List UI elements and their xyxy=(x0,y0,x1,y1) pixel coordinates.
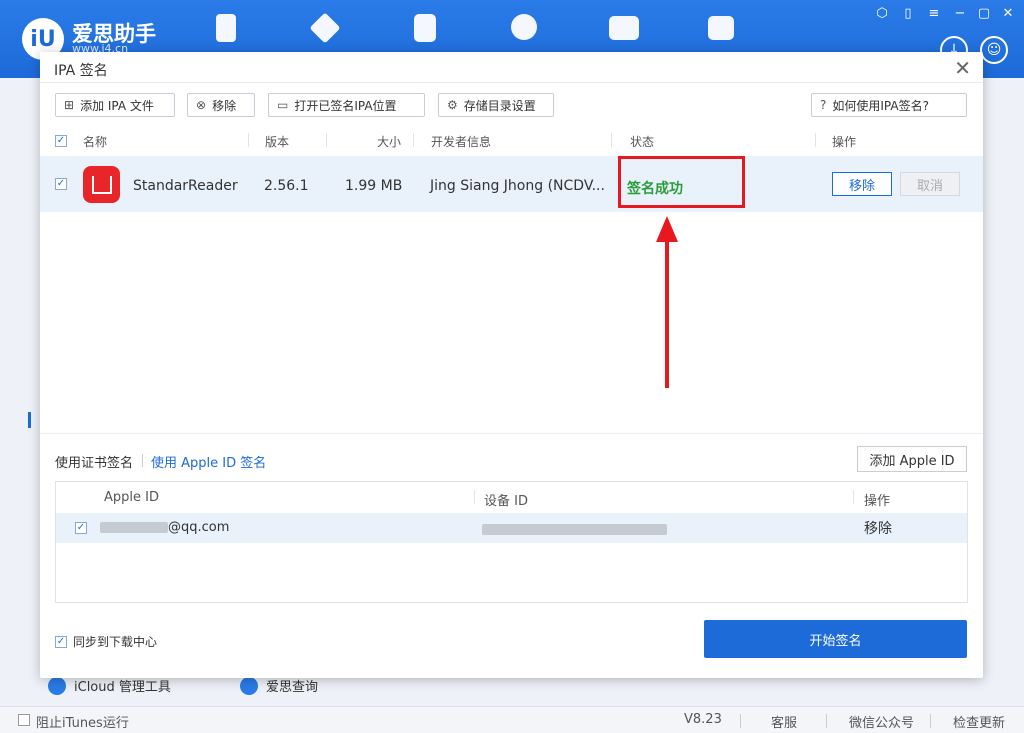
minimize-icon[interactable]: − xyxy=(952,6,968,21)
nav-toolbox-icon[interactable] xyxy=(609,16,639,40)
row-checkbox[interactable]: ✓ xyxy=(55,178,67,190)
skin-icon[interactable]: ⬡ xyxy=(874,6,890,21)
col-developer: 开发者信息 xyxy=(431,135,492,149)
app-reader-icon xyxy=(83,166,120,203)
add-file-icon: ⊞ xyxy=(64,98,75,112)
open-signed-folder-button[interactable]: ▭ 打开已签名IPA位置 xyxy=(268,93,425,117)
annotation-arrow xyxy=(665,232,669,388)
folder-icon: ▭ xyxy=(277,98,289,112)
sync-download-checkbox[interactable]: ✓ xyxy=(55,635,67,648)
appleid-table: Apple ID 设备 ID 操作 ✓ @qq.com 移除 xyxy=(55,481,968,603)
help-button[interactable]: ? 如何使用IPA签名? xyxy=(811,93,967,117)
col-device-id: 设备 ID xyxy=(484,494,528,509)
sync-download-option[interactable]: ✓ 同步到下载中心 xyxy=(55,633,157,650)
window-close-icon[interactable]: ✕ xyxy=(1000,6,1016,21)
col-appleid: Apple ID xyxy=(104,490,159,505)
remove-circle-icon: ⊗ xyxy=(196,98,207,112)
icloud-icon xyxy=(48,676,66,695)
appleid-row-checkbox[interactable]: ✓ xyxy=(75,522,87,534)
app-name: StandarReader xyxy=(133,178,238,194)
remove-button[interactable]: ⊗ 移除 xyxy=(187,93,255,117)
col-name: 名称 xyxy=(83,135,108,149)
nav-apps-icon[interactable] xyxy=(309,12,341,44)
maximize-icon[interactable]: ▢ xyxy=(976,6,992,21)
col-status: 状态 xyxy=(630,135,655,149)
app-size: 1.99 MB xyxy=(345,178,403,194)
version-label: V8.23 xyxy=(684,712,722,727)
nav-flash-icon[interactable] xyxy=(511,14,537,40)
block-itunes-checkbox[interactable] xyxy=(18,714,30,726)
col-appleid-action: 操作 xyxy=(864,494,891,509)
nav-store-icon[interactable] xyxy=(708,16,734,40)
add-appleid-button[interactable]: 添加 Apple ID xyxy=(857,446,967,472)
sidebar-active-marker xyxy=(28,412,31,428)
app-version: 2.56.1 xyxy=(264,178,309,194)
support-link[interactable]: 客服 xyxy=(771,712,797,731)
tab-cert-sign[interactable]: 使用证书签名 xyxy=(55,452,133,471)
add-ipa-button[interactable]: ⊞ 添加 IPA 文件 xyxy=(55,93,175,117)
question-icon: ? xyxy=(820,98,827,112)
redacted-email xyxy=(100,522,168,533)
settings-menu-icon[interactable]: ≡ xyxy=(926,6,942,21)
user-icon[interactable]: ☺ xyxy=(980,36,1008,64)
wechat-link[interactable]: 微信公众号 xyxy=(849,712,914,731)
list-item[interactable]: ✓ @qq.com 移除 xyxy=(56,513,967,543)
device-id-value xyxy=(482,522,667,537)
appleid-remove-link[interactable]: 移除 xyxy=(864,518,892,538)
row-remove-button[interactable]: 移除 xyxy=(832,172,892,196)
row-cancel-button[interactable]: 取消 xyxy=(900,172,960,196)
app-developer: Jing Siang Jhong (NCDV... xyxy=(430,178,605,194)
block-itunes-label: 阻止iTunes运行 xyxy=(36,716,129,731)
redacted-device-id xyxy=(482,524,667,535)
nav-music-icon[interactable] xyxy=(414,14,436,42)
col-version: 版本 xyxy=(265,135,290,149)
icloud-tool-item[interactable]: iCloud 管理工具 xyxy=(48,676,171,695)
i4-query-item[interactable]: 爱思查询 xyxy=(240,676,318,695)
gear-icon: ⚙ xyxy=(447,98,458,112)
query-icon xyxy=(240,676,258,695)
nav-device-icon[interactable] xyxy=(216,14,236,42)
col-size: 大小 xyxy=(377,135,402,149)
select-all-checkbox[interactable]: ✓ xyxy=(55,135,67,147)
start-sign-button[interactable]: 开始签名 xyxy=(704,620,967,658)
status-highlight-box xyxy=(618,156,745,208)
dialog-close-icon[interactable]: ✕ xyxy=(954,56,971,80)
tab-appleid-sign[interactable]: 使用 Apple ID 签名 xyxy=(151,452,266,471)
dialog-title: IPA 签名 xyxy=(54,63,108,79)
storage-settings-button[interactable]: ⚙ 存储目录设置 xyxy=(438,93,554,117)
appleid-value: @qq.com xyxy=(100,520,229,535)
ipa-sign-dialog: IPA 签名 ✕ ⊞ 添加 IPA 文件 ⊗ 移除 ▭ 打开已签名IPA位置 ⚙… xyxy=(40,52,983,678)
check-update-link[interactable]: 检查更新 xyxy=(953,712,1005,731)
col-action: 操作 xyxy=(832,135,857,149)
feedback-icon[interactable]: ▯ xyxy=(900,6,916,21)
status-bar: 阻止iTunes运行 V8.23 客服 微信公众号 检查更新 xyxy=(0,706,1024,733)
